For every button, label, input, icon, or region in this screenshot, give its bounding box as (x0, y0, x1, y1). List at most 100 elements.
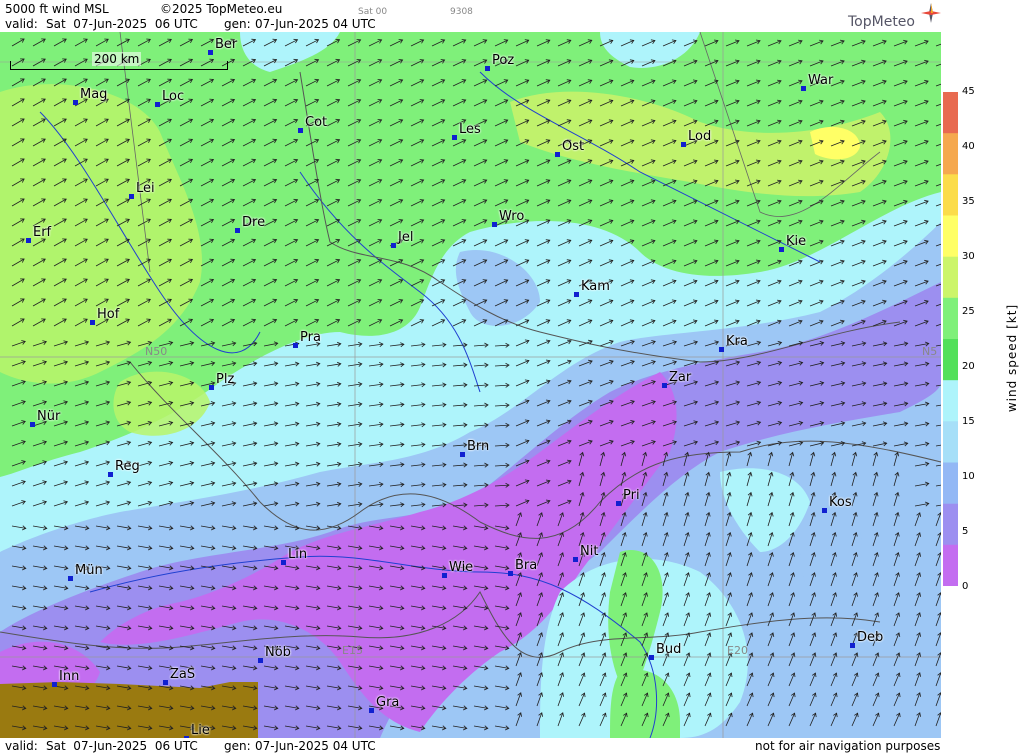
legend-tick-label: 40 (962, 141, 975, 152)
city-marker-kam (574, 292, 579, 297)
city-label-pra: Pra (300, 330, 321, 345)
legend-swatch (943, 339, 958, 381)
city-label-erf: Erf (33, 225, 52, 240)
city-label-pri: Pri (623, 488, 640, 503)
city-label-bud: Bud (656, 642, 682, 657)
city-label-war: War (808, 73, 834, 88)
header-bar: 5000 ft wind MSL ©2025 TopMeteo.eu Sat 0… (0, 0, 942, 32)
city-label-jel: Jel (398, 230, 414, 245)
city-label-nöb: Nöb (265, 645, 291, 660)
product-title: 5000 ft wind MSL (5, 2, 109, 16)
city-label-loc: Loc (162, 89, 185, 104)
wind-field (0, 32, 941, 738)
legend-tick-label: 20 (962, 361, 975, 372)
legend-swatch (943, 503, 958, 546)
city-marker-les (452, 135, 457, 140)
city-label-nür: Nür (37, 409, 61, 424)
legend-swatch (943, 380, 958, 422)
city-marker-wro (492, 222, 497, 227)
gen-value: 07-Jun-2025 04 UTC (255, 17, 376, 31)
city-marker-nür (30, 422, 35, 427)
city-marker-wie (442, 573, 447, 578)
legend-tick-label: 15 (962, 416, 975, 427)
city-marker-jel (391, 243, 396, 248)
city-marker-lei (129, 194, 134, 199)
city-marker-nöb (258, 658, 263, 663)
city-label-dre: Dre (242, 215, 266, 230)
city-marker-poz (485, 66, 490, 71)
city-marker-gra (369, 708, 374, 713)
city-label-kam: Kam (581, 279, 610, 294)
city-label-bra: Bra (515, 558, 538, 573)
city-marker-kra (719, 347, 724, 352)
wind-map[interactable]: 200 km N50 N5 E15 E20 Ber Poz War Mag Loc Cot… (0, 32, 941, 738)
valid-label: valid: (5, 17, 38, 31)
city-label-cot: Cot (305, 115, 328, 130)
city-label-kie: Kie (786, 234, 807, 249)
city-label-mag: Mag (80, 87, 108, 102)
city-label-lod: Lod (688, 129, 712, 144)
city-marker-plz (209, 385, 214, 390)
city-label-lei: Lei (136, 181, 155, 196)
city-marker-ber (208, 50, 213, 55)
city-label-poz: Poz (492, 53, 515, 68)
city-label-wie: Wie (449, 560, 474, 575)
legend-swatch (943, 297, 958, 340)
city-label-zas: ZaS (170, 667, 196, 682)
footer-valid-label: valid: (5, 739, 38, 753)
city-marker-hof (90, 320, 95, 325)
city-marker-zas (163, 680, 168, 685)
legend-swatch (943, 421, 958, 463)
legend-tick-label: 25 (962, 306, 975, 317)
city-marker-loc (155, 102, 160, 107)
city-label-lie: Lie (191, 723, 210, 738)
city-marker-lin (281, 560, 286, 565)
city-marker-inn (52, 682, 57, 687)
city-marker-bud (649, 655, 654, 660)
city-marker-bra (508, 571, 513, 576)
city-marker-war (801, 86, 806, 91)
city-label-les: Les (459, 122, 481, 137)
city-marker-mün (68, 576, 73, 581)
city-label-hof: Hof (97, 307, 120, 322)
legend-swatch (943, 256, 958, 299)
legend-swatch (943, 462, 958, 505)
legend-tick-label: 45 (962, 86, 975, 97)
footer-bar: valid: Sat 07-Jun-2025 06 UTC gen: 07-Ju… (0, 738, 942, 754)
city-label-deb: Deb (857, 630, 884, 645)
city-label-zar: Zar (669, 370, 692, 385)
legend-tick-label: 10 (962, 471, 975, 482)
legend-tick-label: 5 (962, 526, 969, 537)
city-label-kra: Kra (726, 334, 748, 349)
city-marker-ost (555, 152, 560, 157)
scale-label: 200 km (92, 52, 142, 66)
legend-swatch (943, 133, 958, 175)
city-marker-brn (460, 452, 465, 457)
city-marker-zar (662, 383, 667, 388)
city-label-mün: Mün (75, 563, 103, 578)
city-marker-cot (298, 128, 303, 133)
city-marker-pra (293, 343, 298, 348)
city-marker-reg (108, 472, 113, 477)
grid-label-e20: E20 (727, 644, 748, 657)
footer-gen-value: 07-Jun-2025 04 UTC (255, 739, 376, 753)
city-marker-dre (235, 228, 240, 233)
city-label-nit: Nit (580, 544, 599, 559)
code-tag: 9308 (450, 7, 473, 17)
footer-notice: not for air navigation purposes (755, 739, 941, 753)
legend-swatch (943, 544, 958, 586)
legend-tick-label: 30 (962, 251, 975, 262)
city-label-wro: Wro (499, 209, 525, 224)
valid-value: Sat 07-Jun-2025 06 UTC (46, 17, 198, 31)
legend-title: wind speed [kt] (1005, 303, 1019, 413)
city-label-brn: Brn (467, 439, 490, 454)
city-label-reg: Reg (115, 459, 140, 474)
city-label-inn: Inn (59, 669, 80, 684)
legend-swatch (943, 92, 958, 134)
footer-valid-value: Sat 07-Jun-2025 06 UTC (46, 739, 198, 753)
grid-label-n50-right: N5 (922, 345, 938, 358)
legend-tick-label: 35 (962, 196, 975, 207)
city-marker-deb (850, 643, 855, 648)
footer-gen-label: gen: (224, 739, 251, 753)
city-marker-mag (73, 100, 78, 105)
